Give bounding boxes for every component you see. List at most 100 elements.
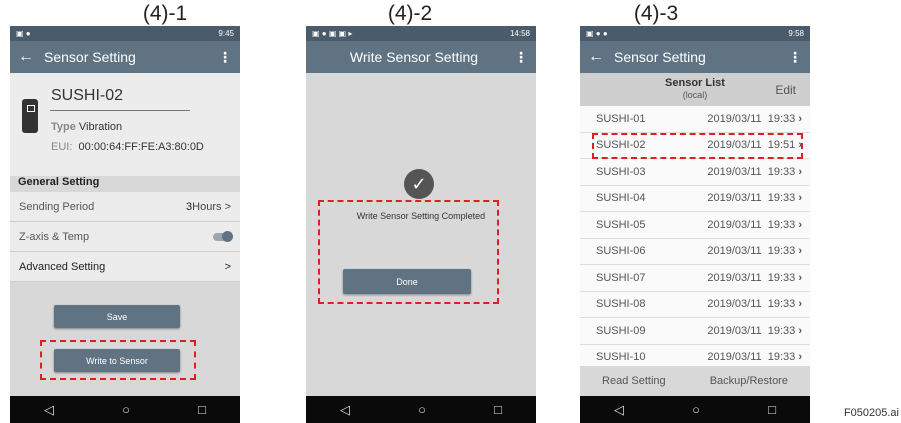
eui-value: 00:00:64:FF:FE:A3:80:0D [78,141,204,153]
sensor-item-date: 2019/03/11 19:33 › [707,325,802,337]
sensor-item-date-text: 2019/03/11 19:33 [707,218,796,231]
status-bar: ▣ ● ● 9:58 [580,26,810,41]
sensor-info: SUSHI-02 Type Vibration EUI: 00:00:64:FF… [10,73,240,176]
nav-bar: ◁ ○ □ [306,396,536,423]
nav-recent-icon[interactable]: □ [198,402,206,417]
status-time: 9:58 [788,29,804,38]
sensor-item-date: 2019/03/11 19:33 › [707,219,802,231]
read-setting-tab[interactable]: Read Setting [602,375,666,387]
chevron-right-icon: › [795,298,802,311]
row-value: 3Hours > [186,200,231,213]
row-z-axis-temp: Z-axis & Temp [10,222,240,252]
sensor-list-item[interactable]: SUSHI-07 2019/03/11 19:33 › [580,265,810,292]
nav-back-icon[interactable]: ◁ [614,402,624,418]
sensor-item-name: SUSHI-04 [596,192,646,205]
sensor-item-name: SUSHI-03 [596,165,646,178]
caption-3: (4)-3 [633,2,679,25]
sensor-item-name: SUSHI-01 [596,112,646,125]
sensor-item-date-text: 2019/03/11 19:33 [707,245,796,258]
type-label: Type [51,121,76,133]
sensor-item-date: 2019/03/11 19:33 › [707,192,802,204]
overflow-menu-icon[interactable]: ⋮ [218,49,232,66]
nav-back-icon[interactable]: ◁ [44,402,54,418]
chevron-right-icon: › [795,351,802,364]
app-bar: Write Sensor Setting ⋮ [306,41,536,73]
sensor-list-item[interactable]: SUSHI-04 2019/03/11 19:33 › [580,186,810,212]
sensor-item-date-text: 2019/03/11 19:33 [707,165,796,178]
highlight-box [40,340,196,380]
highlight-box [592,133,803,159]
nav-home-icon[interactable]: ○ [418,402,426,417]
status-time: 9:45 [218,29,234,38]
toggle-switch[interactable] [213,230,233,242]
chevron-right-icon: › [795,245,802,258]
bottom-tabs: Read Setting Backup/Restore [580,366,810,396]
notification-icons: ▣ ● ▣ ▣ ▸ [312,29,353,38]
sensor-item-date-text: 2019/03/11 19:33 [707,271,796,284]
caption-1: (4)-1 [142,2,188,25]
sensor-list-header: Sensor List (local) Edit [580,73,810,106]
caption-2: (4)-2 [387,2,433,25]
chevron-right-icon: › [795,192,802,205]
sensor-item-date-text: 2019/03/11 19:33 [707,324,796,337]
sensor-item-date-text: 2019/03/11 19:33 [707,351,796,364]
app-title: Write Sensor Setting [349,49,479,65]
app-title: Sensor Setting [44,49,136,65]
sensor-item-date-text: 2019/03/11 19:33 [707,298,796,311]
sensor-item-name: SUSHI-05 [596,218,646,231]
status-bar: ▣ ● ▣ ▣ ▸ 14:58 [306,26,536,41]
sensor-list-item[interactable]: SUSHI-05 2019/03/11 19:33 › [580,212,810,239]
sensor-list-item[interactable]: SUSHI-08 2019/03/11 19:33 › [580,292,810,318]
sensor-list-item[interactable]: SUSHI-06 2019/03/11 19:33 › [580,239,810,265]
row-label: Advanced Setting [19,260,106,273]
sensor-item-date: 2019/03/11 19:33 › [707,245,802,257]
nav-recent-icon[interactable]: □ [494,402,502,417]
sensor-item-name: SUSHI-08 [596,298,646,311]
row-label: Sending Period [19,200,95,213]
general-setting-title: General Setting [18,176,100,188]
figure-id: F050205.ai [843,407,899,419]
back-arrow-icon[interactable]: ← [588,48,604,66]
sensor-item-date: 2019/03/11 19:33 › [707,166,802,178]
row-label: Z-axis & Temp [19,230,90,243]
edit-button[interactable]: Edit [775,83,796,97]
chevron-right-icon: > [224,200,231,213]
highlight-box [318,200,499,304]
nav-recent-icon[interactable]: □ [768,402,776,417]
sensor-item-name: SUSHI-06 [596,245,646,258]
row-sending-period[interactable]: Sending Period 3Hours > [10,192,240,222]
sensor-item-name: SUSHI-09 [596,324,646,337]
sensor-item-date: 2019/03/11 19:33 › [707,113,802,125]
status-bar: ▣ ● 9:45 [10,26,240,41]
sensor-list-item[interactable]: SUSHI-03 2019/03/11 19:33 › [580,159,810,186]
backup-restore-tab[interactable]: Backup/Restore [710,375,788,387]
sensor-list-item[interactable]: SUSHI-09 2019/03/11 19:33 › [580,318,810,345]
sensor-item-date: 2019/03/11 19:33 › [707,272,802,284]
save-button[interactable]: Save [54,305,180,328]
eui-label: EUI: [51,141,73,153]
notification-icons: ▣ ● ● [586,29,608,38]
sensor-item-date-text: 2019/03/11 19:33 [707,112,796,125]
phone-sensor-list: ▣ ● ● 9:58 ← Sensor Setting ⋮ Sensor Lis… [580,26,810,423]
overflow-menu-icon[interactable]: ⋮ [788,49,802,66]
chevron-right-icon: > [224,260,231,273]
sensor-list-item[interactable]: SUSHI-01 2019/03/11 19:33 › [580,106,810,133]
nav-bar: ◁ ○ □ [580,396,810,423]
row-advanced-setting[interactable]: Advanced Setting > [10,252,240,282]
sensor-item-name: SUSHI-07 [596,271,646,284]
nav-bar: ◁ ○ □ [10,396,240,423]
sensor-name-field[interactable]: SUSHI-02 [51,87,123,105]
status-time: 14:58 [509,29,530,38]
back-arrow-icon[interactable]: ← [18,48,34,66]
sensor-eui: EUI: 00:00:64:FF:FE:A3:80:0D [51,141,204,153]
app-title: Sensor Setting [614,49,706,65]
name-underline [50,110,190,111]
sensor-item-name: SUSHI-10 [596,351,646,364]
nav-back-icon[interactable]: ◁ [340,402,350,418]
nav-home-icon[interactable]: ○ [692,402,700,417]
nav-home-icon[interactable]: ○ [122,402,130,417]
chevron-right-icon: › [795,112,802,125]
notification-icons: ▣ ● [16,29,31,38]
chevron-right-icon: › [795,271,802,284]
overflow-menu-icon[interactable]: ⋮ [514,49,528,66]
